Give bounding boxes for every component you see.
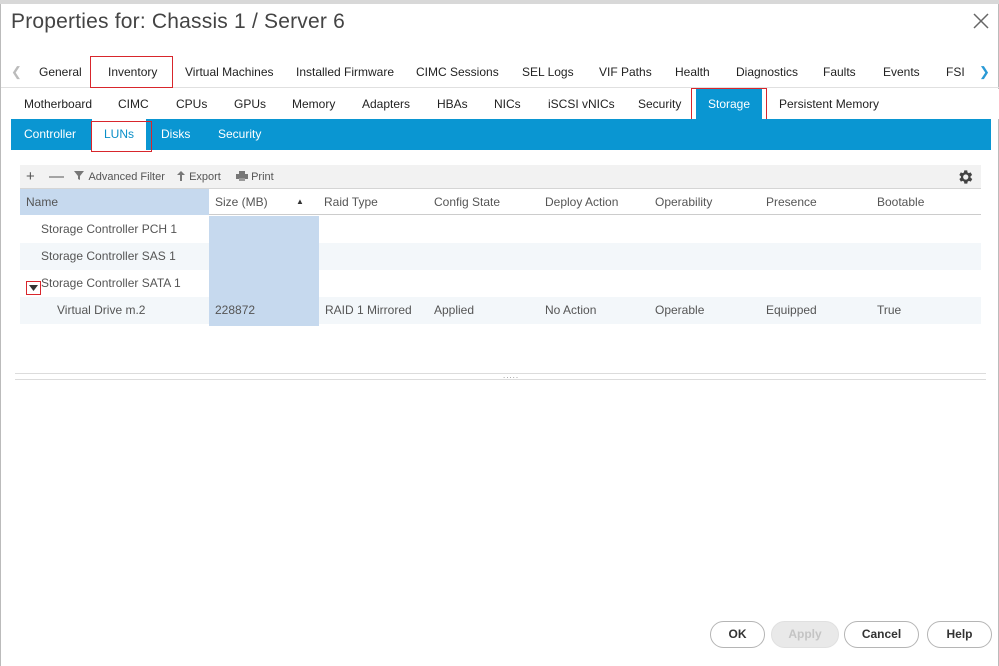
- filter-icon: [74, 171, 84, 180]
- export-arrow-icon: [177, 171, 185, 181]
- gear-icon: [959, 170, 973, 184]
- chevron-right-icon[interactable]: ❯: [979, 56, 990, 88]
- print-button[interactable]: Print: [236, 165, 274, 189]
- tab-diagnostics[interactable]: Diagnostics: [736, 56, 798, 88]
- tab-cimc-sessions[interactable]: CIMC Sessions: [416, 56, 499, 88]
- column-header-deploy-action[interactable]: Deploy Action: [539, 189, 649, 215]
- apply-button[interactable]: Apply: [771, 621, 839, 648]
- tab-persistent-memory[interactable]: Persistent Memory: [779, 89, 879, 119]
- tab-storage[interactable]: Storage: [696, 89, 763, 119]
- row-name: Storage Controller SAS 1: [41, 249, 176, 263]
- tertiary-tab-bar: Controller LUNs Disks Security: [11, 119, 991, 150]
- tab-sel-logs[interactable]: SEL Logs: [522, 56, 574, 88]
- expand-toggle[interactable]: [26, 281, 41, 295]
- tab-iscsi-vnics[interactable]: iSCSI vNICs: [548, 89, 615, 119]
- tab-faults[interactable]: Faults: [823, 56, 856, 88]
- export-button[interactable]: Export: [176, 165, 221, 189]
- row-size: 228872: [215, 303, 256, 317]
- tab-controller[interactable]: Controller: [24, 119, 76, 150]
- chevron-left-icon[interactable]: ❮: [11, 56, 22, 88]
- expand-triangle-icon: [29, 285, 38, 291]
- advanced-filter-label: Advanced Filter: [88, 171, 165, 183]
- add-button[interactable]: +: [26, 165, 35, 189]
- row-name: Storage Controller SATA 1: [41, 276, 181, 290]
- export-label: Export: [189, 171, 221, 183]
- help-button[interactable]: Help: [927, 621, 992, 648]
- advanced-filter-button[interactable]: Advanced Filter: [74, 165, 165, 189]
- tab-cimc[interactable]: CIMC: [118, 89, 149, 119]
- splitter-grip: .....: [503, 371, 520, 380]
- primary-tab-bar: ❮ General Inventory Virtual Machines Ins…: [1, 56, 999, 88]
- row-bootable: True: [877, 303, 902, 317]
- tab-luns[interactable]: LUNs: [92, 119, 147, 150]
- row-presence: Equipped: [766, 303, 817, 317]
- table-row[interactable]: Storage Controller PCH 1: [20, 216, 981, 243]
- tab-virtual-machines[interactable]: Virtual Machines: [185, 56, 274, 88]
- tab-general[interactable]: General: [39, 56, 82, 88]
- column-header-presence[interactable]: Presence: [760, 189, 870, 215]
- tab-disks[interactable]: Disks: [161, 119, 190, 150]
- table-row[interactable]: Virtual Drive m.2 228872 RAID 1 Mirrored…: [20, 297, 981, 324]
- column-header-bootable[interactable]: Bootable: [871, 189, 981, 215]
- tab-fsi[interactable]: FSI: [946, 56, 965, 88]
- table-settings-button[interactable]: [956, 168, 974, 186]
- properties-dialog: Properties for: Chassis 1 / Server 6 ❮ G…: [0, 4, 999, 666]
- tab-health[interactable]: Health: [675, 56, 710, 88]
- dialog-title: Properties for: Chassis 1 / Server 6: [11, 10, 345, 33]
- table-row[interactable]: Storage Controller SAS 1: [20, 243, 981, 270]
- tab-gpus[interactable]: GPUs: [234, 89, 266, 119]
- tab-hbas[interactable]: HBAs: [437, 89, 468, 119]
- row-name: Storage Controller PCH 1: [41, 222, 178, 236]
- print-label: Print: [251, 171, 274, 183]
- column-header-config-state[interactable]: Config State: [428, 189, 538, 215]
- secondary-tab-bar: Motherboard CIMC CPUs GPUs Memory Adapte…: [1, 89, 999, 119]
- tab-vif-paths[interactable]: VIF Paths: [599, 56, 652, 88]
- remove-button[interactable]: —: [49, 165, 64, 189]
- close-icon: [973, 13, 989, 29]
- tab-security[interactable]: Security: [638, 89, 681, 119]
- table-toolbar: + — Advanced Filter Export Print: [20, 165, 981, 189]
- tab-nics[interactable]: NICs: [494, 89, 521, 119]
- row-config-state: Applied: [434, 303, 475, 317]
- row-operability: Operable: [655, 303, 705, 317]
- row-name: Virtual Drive m.2: [57, 303, 146, 317]
- column-header-name[interactable]: Name: [20, 189, 209, 215]
- row-deploy-action: No Action: [545, 303, 597, 317]
- cancel-button[interactable]: Cancel: [844, 621, 919, 648]
- tab-memory[interactable]: Memory: [292, 89, 335, 119]
- close-button[interactable]: [970, 10, 992, 32]
- pane-splitter[interactable]: .....: [15, 371, 986, 380]
- printer-icon: [236, 171, 248, 181]
- column-header-raid-type[interactable]: Raid Type: [318, 189, 428, 215]
- tab-storage-security[interactable]: Security: [218, 119, 261, 150]
- table-header: Name Size (MB) ▲ Raid Type Config State …: [20, 189, 981, 215]
- tab-adapters[interactable]: Adapters: [362, 89, 410, 119]
- sort-ascending-icon: ▲: [296, 197, 304, 206]
- ok-button[interactable]: OK: [710, 621, 765, 648]
- column-header-operability[interactable]: Operability: [649, 189, 759, 215]
- tab-events[interactable]: Events: [883, 56, 920, 88]
- row-raid-type: RAID 1 Mirrored: [325, 303, 412, 317]
- tab-inventory[interactable]: Inventory: [108, 56, 157, 88]
- table-row[interactable]: Storage Controller SATA 1: [20, 270, 981, 297]
- tab-cpus[interactable]: CPUs: [176, 89, 207, 119]
- tab-installed-firmware[interactable]: Installed Firmware: [296, 56, 394, 88]
- tab-motherboard[interactable]: Motherboard: [24, 89, 92, 119]
